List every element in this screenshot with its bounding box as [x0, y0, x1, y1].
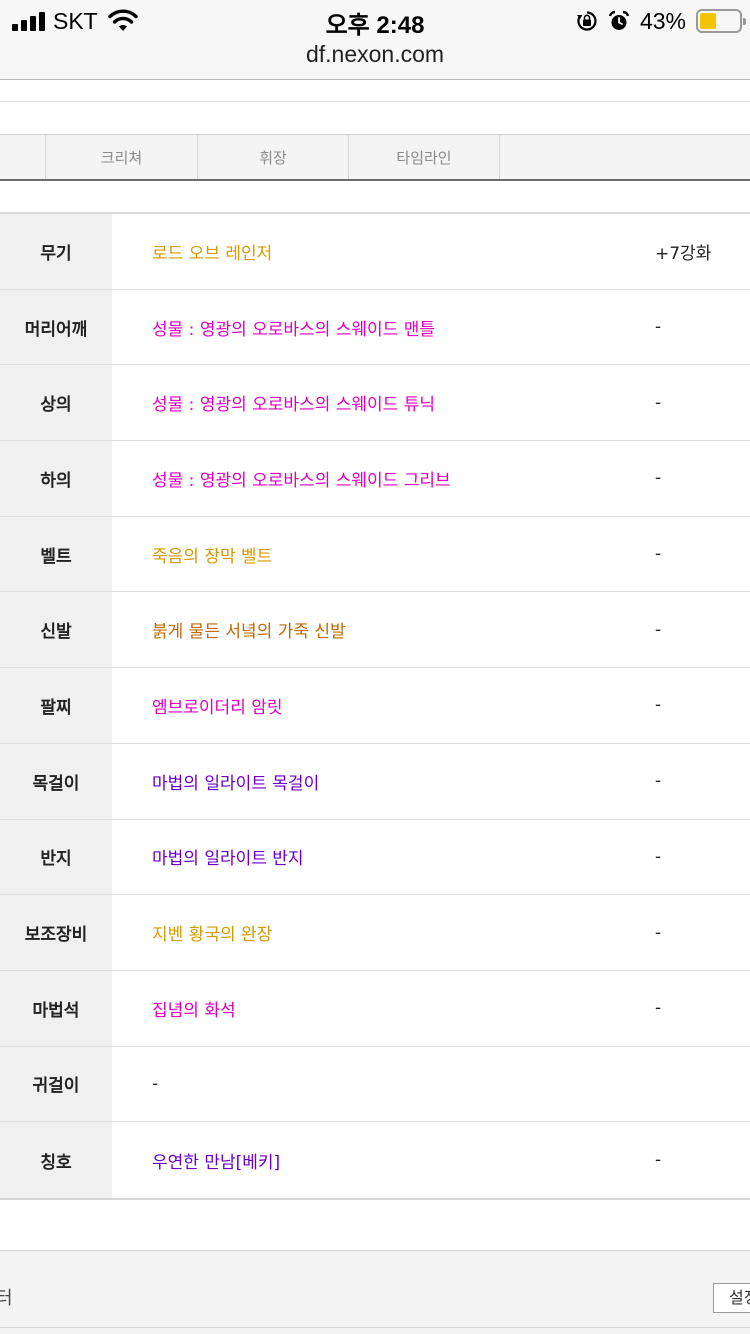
orientation-lock-icon: [576, 11, 597, 31]
slot-label: 신발: [0, 592, 112, 668]
table-row: 마법석 집념의 화석 -: [0, 970, 750, 1047]
item-name-link[interactable]: 엠브로이더리 암릿: [152, 668, 283, 743]
table-row: 보조장비 지벤 황국의 완장 -: [0, 895, 750, 971]
slot-label: 팔찌: [0, 668, 112, 743]
tab-creature[interactable]: 크리쳐: [45, 135, 197, 179]
table-row: 귀걸이 -: [0, 1046, 750, 1123]
item-name-link[interactable]: 성물 : 영광의 오로바스의 스웨이드 튜닉: [152, 365, 435, 440]
upgrade-value: -: [655, 544, 662, 565]
slot-label: 무기: [0, 214, 112, 289]
upgrade-value: -: [655, 846, 662, 867]
item-name-link[interactable]: 지벤 황국의 완장: [152, 895, 272, 970]
upgrade-value: -: [655, 1150, 662, 1171]
character-tabs: 크리쳐 휘장 타임라인: [0, 135, 750, 181]
slot-label: 벨트: [0, 516, 112, 592]
footer-label: 터: [0, 1288, 13, 1309]
upgrade-value: -: [655, 317, 662, 338]
upgrade-value: +7강화: [655, 243, 712, 264]
table-row: 머리어깨 성물 : 영광의 오로바스의 스웨이드 맨틀 -: [0, 289, 750, 366]
item-name-link[interactable]: 로드 오브 레인저: [152, 214, 272, 289]
battery-icon: [696, 9, 746, 33]
battery-level: [700, 13, 717, 29]
slot-label: 머리어깨: [0, 289, 112, 365]
item-name-link[interactable]: 우연한 만남[베키]: [152, 1122, 280, 1198]
slot-label: 반지: [0, 819, 112, 895]
footer-bar: 터 설정: [0, 1250, 750, 1334]
upgrade-value: -: [655, 922, 662, 943]
settings-button[interactable]: 설정: [713, 1283, 750, 1313]
table-row: 상의 성물 : 영광의 오로바스의 스웨이드 튜닉 -: [0, 365, 750, 442]
table-row: 목걸이 마법의 일라이트 목걸이 -: [0, 743, 750, 820]
slot-label: 목걸이: [0, 743, 112, 819]
battery-percent: 43%: [639, 7, 686, 34]
status-bar: SKT 오후 2:48 df.nexon.com 43%: [0, 0, 750, 80]
upgrade-value: -: [655, 998, 662, 1019]
table-row: 벨트 죽음의 장막 벨트 -: [0, 516, 750, 593]
equipment-table: 무기 로드 오브 레인저 +7강화머리어깨 성물 : 영광의 오로바스의 스웨이드 맨…: [0, 212, 750, 1200]
table-row: 팔찌 엠브로이더리 암릿 -: [0, 668, 750, 744]
tab-emblem[interactable]: 휘장: [197, 135, 348, 179]
slot-label: 칭호: [0, 1122, 112, 1198]
upgrade-value: -: [655, 468, 662, 489]
page-header-band: [0, 101, 750, 135]
slot-label: 하의: [0, 441, 112, 516]
slot-label: 상의: [0, 365, 112, 441]
table-row: 신발 붉게 물든 서녘의 가죽 신발 -: [0, 592, 750, 669]
upgrade-value: -: [655, 695, 662, 716]
slot-label: 보조장비: [0, 895, 112, 970]
table-row: 칭호 우연한 만남[베키] -: [0, 1122, 750, 1198]
item-name-link: -: [152, 1073, 159, 1094]
item-name-link[interactable]: 집념의 화석: [152, 971, 236, 1046]
url-bar[interactable]: df.nexon.com: [0, 41, 750, 68]
item-name-link[interactable]: 죽음의 장막 벨트: [152, 517, 272, 592]
upgrade-value: -: [655, 619, 662, 640]
slot-label: 마법석: [0, 970, 112, 1046]
item-name-link[interactable]: 성물 : 영광의 오로바스의 스웨이드 맨틀: [152, 290, 435, 365]
upgrade-value: -: [655, 392, 662, 413]
item-name-link[interactable]: 붉게 물든 서녘의 가죽 신발: [152, 592, 346, 667]
table-row: 무기 로드 오브 레인저 +7강화: [0, 214, 750, 290]
alarm-icon: [608, 10, 630, 30]
upgrade-value: -: [655, 771, 662, 792]
slot-label: 귀걸이: [0, 1046, 112, 1122]
item-name-link[interactable]: 성물 : 영광의 오로바스의 스웨이드 그리브: [152, 441, 451, 516]
item-name-link[interactable]: 마법의 일라이트 목걸이: [152, 744, 319, 819]
table-row: 반지 마법의 일라이트 반지 -: [0, 819, 750, 896]
table-row: 하의 성물 : 영광의 오로바스의 스웨이드 그리브 -: [0, 441, 750, 517]
tab-timeline[interactable]: 타임라인: [348, 135, 500, 179]
item-name-link[interactable]: 마법의 일라이트 반지: [152, 820, 304, 895]
